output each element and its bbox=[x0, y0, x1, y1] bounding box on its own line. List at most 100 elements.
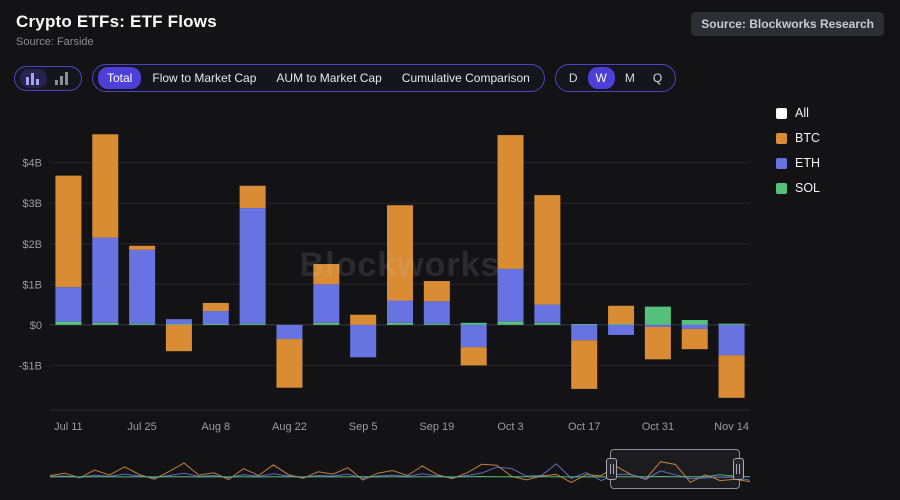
bar-segment-eth[interactable] bbox=[276, 325, 302, 339]
bar-segment-sol[interactable] bbox=[461, 323, 487, 325]
view-tabs-group: Total Flow to Market Cap AUM to Market C… bbox=[92, 64, 545, 92]
bar-segment-btc[interactable] bbox=[276, 339, 302, 388]
bar-segment-sol[interactable] bbox=[240, 324, 266, 325]
legend-label-all: All bbox=[795, 106, 809, 120]
legend-swatch-btc bbox=[776, 133, 787, 144]
grouped-bar-chart-icon[interactable] bbox=[49, 69, 76, 88]
tab-aum-to-market-cap[interactable]: AUM to Market Cap bbox=[267, 67, 390, 89]
tab-flow-to-market-cap[interactable]: Flow to Market Cap bbox=[143, 67, 265, 89]
stacked-bar-chart-icon[interactable] bbox=[20, 69, 47, 88]
legend-label-btc: BTC bbox=[795, 131, 820, 145]
bar-segment-btc[interactable] bbox=[461, 347, 487, 365]
legend-item-eth[interactable]: ETH bbox=[776, 156, 820, 170]
x-axis-label: Aug 8 bbox=[201, 421, 230, 433]
period-group: D W M Q bbox=[555, 64, 676, 92]
bar-segment-eth[interactable] bbox=[534, 305, 560, 323]
bar-segment-sol[interactable] bbox=[129, 324, 155, 325]
bar-segment-btc[interactable] bbox=[571, 340, 597, 389]
period-quarterly[interactable]: Q bbox=[645, 67, 670, 89]
header: Crypto ETFs: ETF Flows Source: Farside bbox=[16, 12, 217, 48]
bar-segment-eth[interactable] bbox=[461, 325, 487, 347]
bar-segment-btc[interactable] bbox=[129, 246, 155, 250]
bar-segment-eth[interactable] bbox=[55, 287, 81, 321]
chart-type-group bbox=[14, 66, 82, 91]
bar-segment-eth[interactable] bbox=[92, 238, 118, 323]
x-axis-label: Jul 25 bbox=[127, 421, 156, 433]
bar-segment-eth[interactable] bbox=[424, 301, 450, 323]
toolbar: Total Flow to Market Cap AUM to Market C… bbox=[14, 64, 676, 92]
bar-segment-eth[interactable] bbox=[166, 319, 192, 324]
x-axis-label: Oct 3 bbox=[497, 421, 523, 433]
legend-swatch-all bbox=[776, 108, 787, 119]
bar-segment-sol[interactable] bbox=[203, 324, 229, 325]
legend-label-sol: SOL bbox=[795, 181, 820, 195]
bar-segment-btc[interactable] bbox=[166, 325, 192, 351]
flows-bar-chart-svg[interactable]: $4B $3B $2B $1B $0 -$1B Jul 11 Jul 25 Aug 8 Aug 2… bbox=[2, 100, 762, 445]
bar-segment-sol[interactable] bbox=[55, 322, 81, 325]
legend-item-sol[interactable]: SOL bbox=[776, 181, 820, 195]
legend-item-all[interactable]: All bbox=[776, 106, 820, 120]
bar-segment-eth[interactable] bbox=[313, 284, 339, 323]
bar-segment-sol[interactable] bbox=[534, 323, 560, 325]
bar-segment-sol[interactable] bbox=[92, 323, 118, 325]
bar-segment-btc[interactable] bbox=[387, 205, 413, 300]
bar-segment-eth[interactable] bbox=[571, 325, 597, 340]
bar-segment-sol[interactable] bbox=[682, 320, 708, 325]
bar-segment-btc[interactable] bbox=[240, 186, 266, 208]
bar-segment-sol[interactable] bbox=[424, 324, 450, 325]
bar-segment-sol[interactable] bbox=[719, 324, 745, 325]
source-badge: Source: Blockworks Research bbox=[691, 12, 884, 36]
bar-segment-eth[interactable] bbox=[608, 325, 634, 335]
bar-segment-btc[interactable] bbox=[313, 264, 339, 284]
legend-label-eth: ETH bbox=[795, 156, 820, 170]
range-navigator[interactable] bbox=[50, 452, 750, 488]
bar-segment-eth[interactable] bbox=[240, 208, 266, 324]
bar-segment-sol[interactable] bbox=[645, 307, 671, 325]
bar-segment-btc[interactable] bbox=[424, 281, 450, 301]
bar-segment-eth[interactable] bbox=[350, 325, 376, 357]
bar-segment-eth[interactable] bbox=[645, 325, 671, 327]
y-axis-label: $3B bbox=[22, 198, 42, 210]
bar-segment-btc[interactable] bbox=[534, 195, 560, 304]
x-axis-label: Sep 5 bbox=[349, 421, 378, 433]
bar-segment-sol[interactable] bbox=[313, 323, 339, 325]
bar-segment-eth[interactable] bbox=[129, 250, 155, 324]
bar-segment-btc[interactable] bbox=[55, 176, 81, 288]
y-axis-label: $2B bbox=[22, 239, 42, 251]
bar-segment-btc[interactable] bbox=[645, 327, 671, 359]
x-axis-label: Jul 11 bbox=[54, 421, 83, 433]
x-axis-label: Aug 22 bbox=[272, 421, 307, 433]
tab-cumulative-comparison[interactable]: Cumulative Comparison bbox=[393, 67, 539, 89]
bar-segment-sol[interactable] bbox=[387, 323, 413, 325]
legend-item-btc[interactable]: BTC bbox=[776, 131, 820, 145]
legend-swatch-eth bbox=[776, 158, 787, 169]
bar-segment-btc[interactable] bbox=[608, 306, 634, 324]
bar-segment-btc[interactable] bbox=[92, 134, 118, 237]
range-brush[interactable] bbox=[610, 449, 740, 489]
bar-segment-eth[interactable] bbox=[682, 325, 708, 329]
bar-segment-eth[interactable] bbox=[203, 311, 229, 324]
bar-segment-eth[interactable] bbox=[387, 301, 413, 323]
tab-total[interactable]: Total bbox=[98, 67, 141, 89]
legend-swatch-sol bbox=[776, 183, 787, 194]
brush-handle-right[interactable] bbox=[733, 458, 744, 480]
period-daily[interactable]: D bbox=[561, 67, 586, 89]
bar-segment-sol[interactable] bbox=[498, 322, 524, 325]
y-axis-label: $0 bbox=[30, 320, 42, 332]
bar-segment-btc[interactable] bbox=[203, 303, 229, 311]
x-axis-label: Oct 17 bbox=[568, 421, 600, 433]
bar-segment-eth[interactable] bbox=[719, 325, 745, 355]
y-axis-label: $1B bbox=[22, 279, 42, 291]
bar-segment-eth[interactable] bbox=[498, 269, 524, 322]
flows-bar-chart[interactable]: $4B $3B $2B $1B $0 -$1B Jul 11 Jul 25 Aug 8 Aug 2… bbox=[2, 100, 762, 445]
bar-segment-btc[interactable] bbox=[498, 135, 524, 269]
bar-segment-btc[interactable] bbox=[682, 329, 708, 349]
y-axis-label: $4B bbox=[22, 158, 42, 170]
y-axis-label: -$1B bbox=[19, 360, 42, 372]
bar-segment-btc[interactable] bbox=[350, 315, 376, 325]
page-title: Crypto ETFs: ETF Flows bbox=[16, 12, 217, 32]
period-monthly[interactable]: M bbox=[617, 67, 643, 89]
bar-segment-btc[interactable] bbox=[719, 355, 745, 398]
period-weekly[interactable]: W bbox=[588, 67, 615, 89]
brush-handle-left[interactable] bbox=[606, 458, 617, 480]
